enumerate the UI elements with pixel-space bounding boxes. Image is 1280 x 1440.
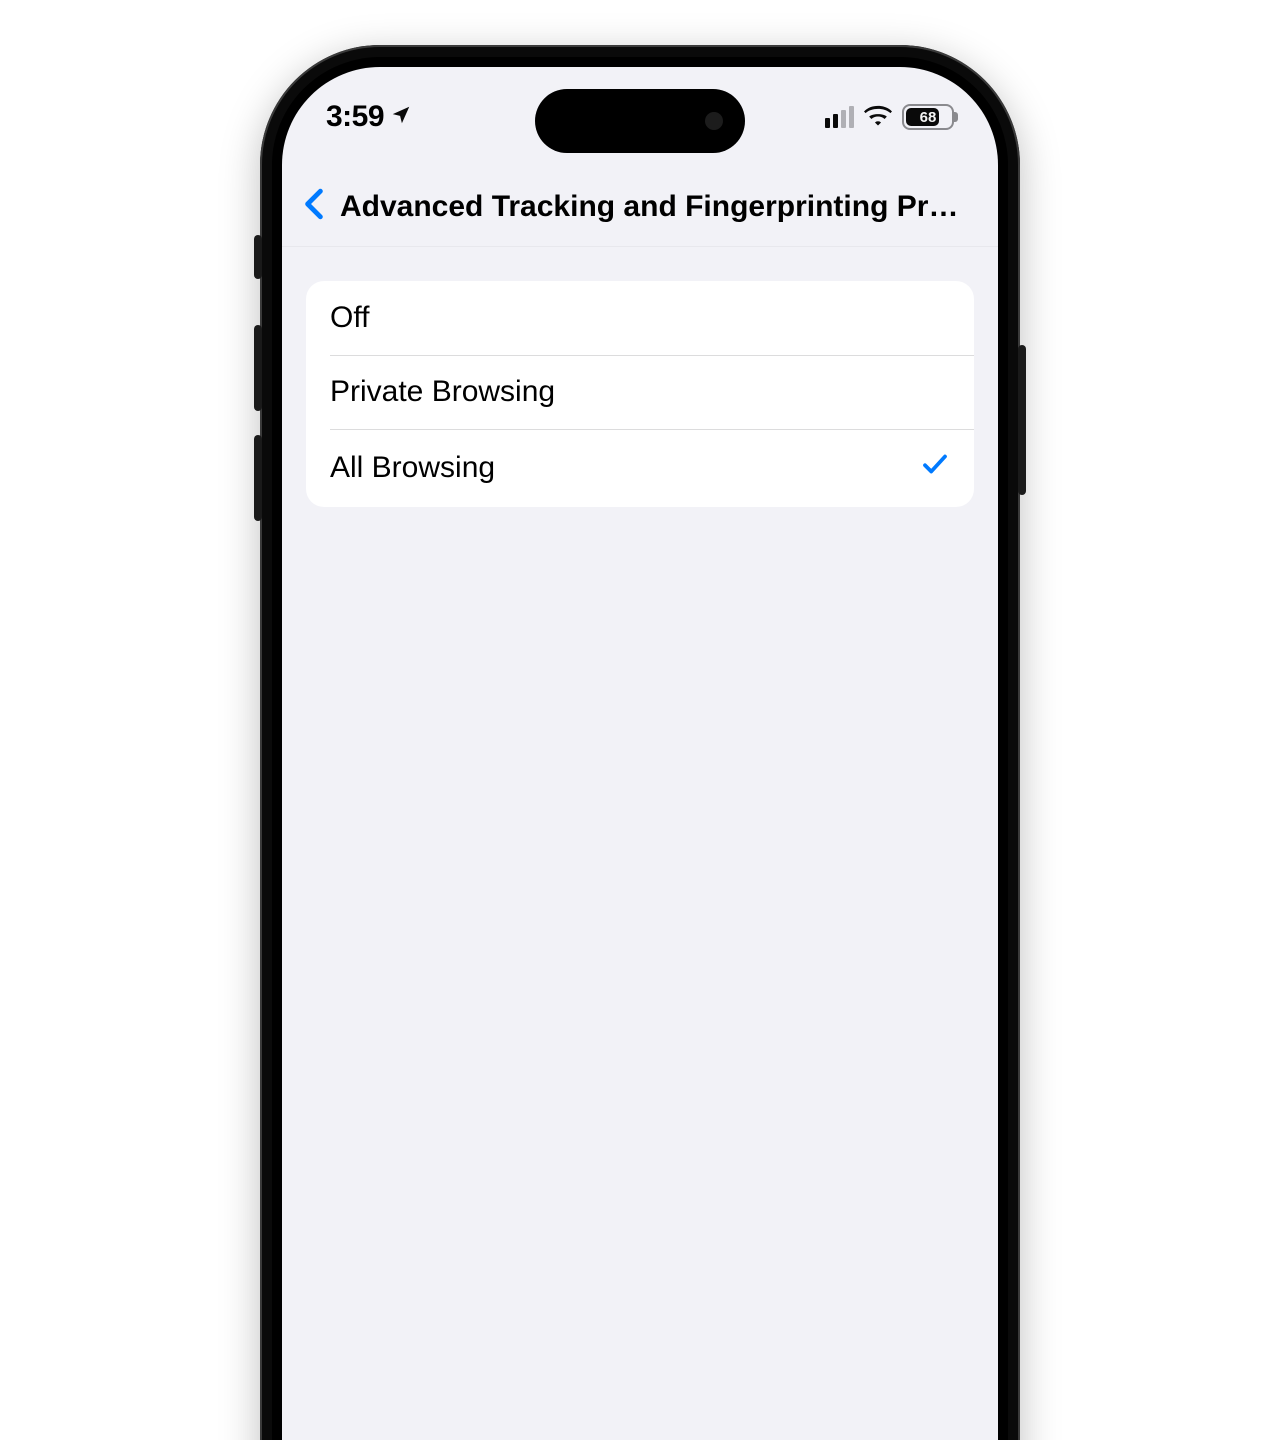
option-all-browsing[interactable]: All Browsing bbox=[306, 429, 974, 507]
screen: 3:59 68 bbox=[282, 67, 998, 1440]
volume-up-button bbox=[254, 325, 262, 411]
option-label: All Browsing bbox=[330, 451, 495, 485]
status-right: 68 bbox=[825, 104, 954, 131]
status-time: 3:59 bbox=[326, 100, 384, 134]
option-label: Private Browsing bbox=[330, 375, 555, 409]
dynamic-island bbox=[535, 89, 745, 153]
status-left: 3:59 bbox=[326, 100, 412, 134]
option-off[interactable]: Off bbox=[306, 281, 974, 355]
checkmark-icon bbox=[920, 449, 950, 487]
option-label: Off bbox=[330, 301, 369, 335]
location-icon bbox=[390, 100, 412, 134]
option-private-browsing[interactable]: Private Browsing bbox=[306, 355, 974, 429]
silent-switch bbox=[254, 235, 262, 279]
battery-percent: 68 bbox=[920, 109, 937, 126]
power-button bbox=[1018, 345, 1026, 495]
options-list: Off Private Browsing All Browsing bbox=[306, 281, 974, 507]
chevron-left-icon bbox=[303, 188, 325, 225]
cellular-icon bbox=[825, 106, 854, 128]
battery-icon: 68 bbox=[902, 104, 954, 130]
nav-bar: Advanced Tracking and Fingerprinting Pro… bbox=[282, 167, 998, 247]
page-title: Advanced Tracking and Fingerprinting Pro… bbox=[334, 190, 980, 224]
volume-down-button bbox=[254, 435, 262, 521]
phone-bezel: 3:59 68 bbox=[272, 57, 1008, 1440]
phone-frame: 3:59 68 bbox=[260, 45, 1020, 1440]
wifi-icon bbox=[864, 104, 892, 131]
back-button[interactable] bbox=[294, 185, 334, 229]
